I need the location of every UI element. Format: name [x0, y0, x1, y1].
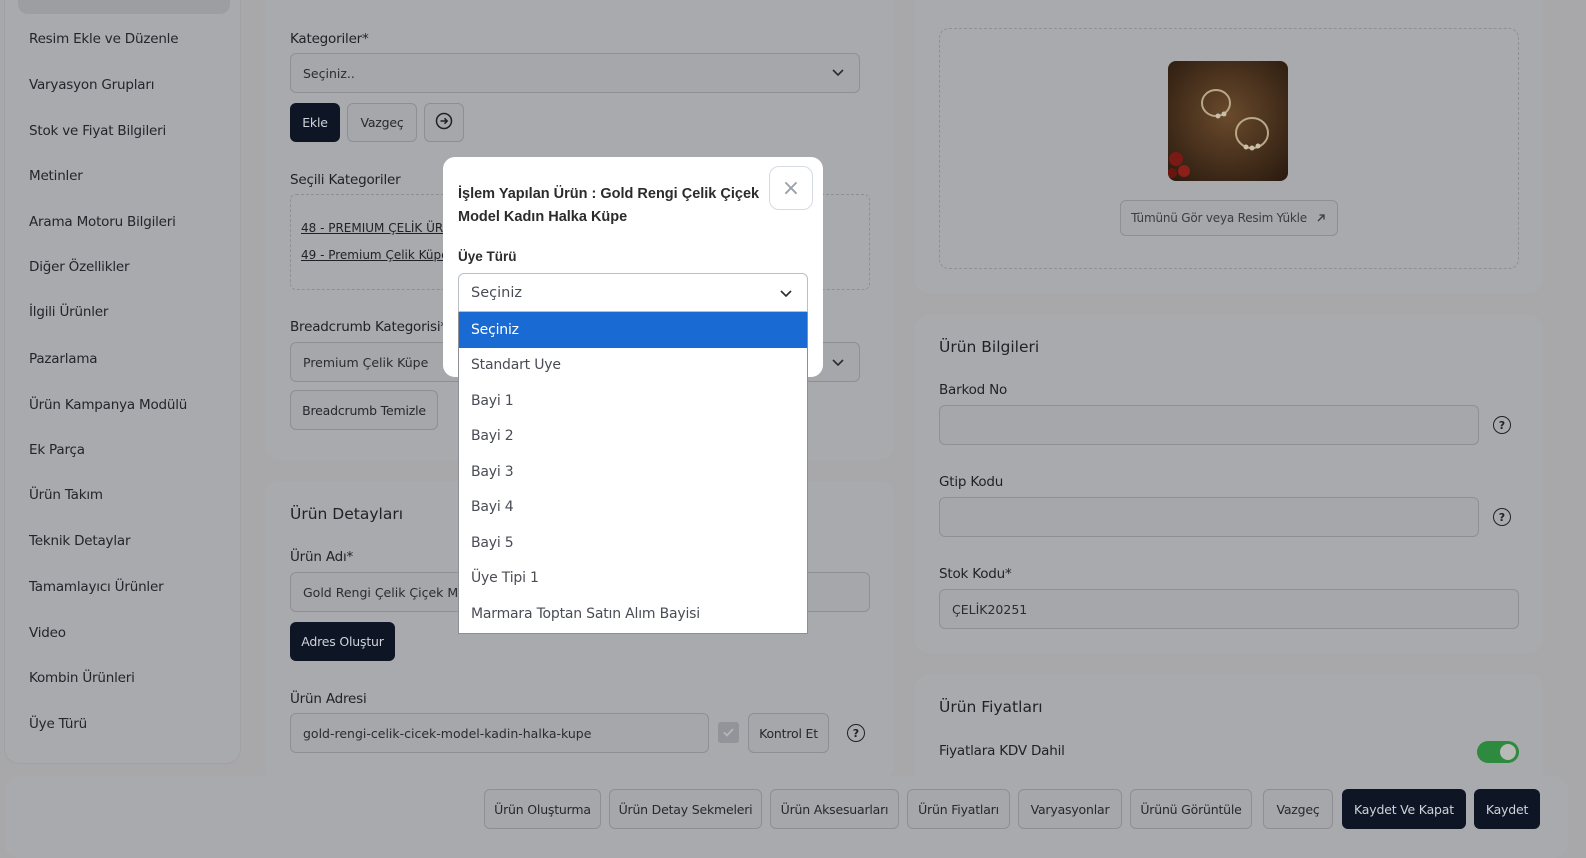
sidebar-item[interactable]: Varyasyon Grupları: [29, 77, 154, 93]
chevron-down-icon: [831, 65, 845, 82]
member-type-option[interactable]: Bayi 1: [459, 383, 807, 419]
member-type-label: Üye Türü: [458, 249, 517, 264]
footer-button[interactable]: Ürün Aksesuarları: [770, 789, 899, 829]
vat-included-label: Fiyatlara KDV Dahil: [939, 743, 1065, 759]
member-type-option[interactable]: Bayi 2: [459, 419, 807, 455]
close-button[interactable]: ×: [769, 166, 813, 210]
chevron-down-icon: [779, 286, 793, 304]
member-type-option[interactable]: Üye Tipi 1: [459, 561, 807, 597]
external-link-icon: [1317, 214, 1325, 222]
product-name-label: Ürün Adı*: [290, 549, 354, 565]
go-button[interactable]: [424, 103, 464, 142]
sidebar-item[interactable]: Teknik Detaylar: [29, 533, 131, 549]
member-type-select[interactable]: Seçiniz: [458, 273, 808, 312]
modal-title: İşlem Yapılan Ürün : Gold Rengi Çelik Çi…: [458, 186, 760, 225]
prices-heading: Ürün Fiyatları: [939, 698, 1043, 716]
sidebar-item[interactable]: Resim Ekle ve Düzenle: [29, 31, 179, 47]
stock-code-label: Stok Kodu*: [939, 566, 1012, 582]
sidebar-item[interactable]: Metinler: [29, 168, 83, 184]
sidebar-item[interactable]: Ek Parça: [29, 442, 85, 458]
footer-button[interactable]: Ürün Detay Sekmeleri: [609, 789, 762, 829]
footer-button[interactable]: Vazgeç: [1263, 789, 1333, 829]
barcode-label: Barkod No: [939, 382, 1008, 398]
product-url-input[interactable]: gold-rengi-celik-cicek-model-kadin-halka…: [290, 713, 709, 753]
footer-button[interactable]: Varyasyonlar: [1018, 789, 1122, 829]
product-info-heading: Ürün Bilgileri: [939, 338, 1040, 356]
sidebar-item[interactable]: İlgili Ürünler: [29, 304, 108, 320]
save-button[interactable]: Kaydet: [1474, 789, 1540, 829]
member-type-dropdown: Seçiniz Standart Uye Bayi 1 Bayi 2 Bayi 3 Bay…: [458, 312, 808, 634]
arrow-right-circle-icon: [435, 112, 453, 133]
create-address-button[interactable]: Adres Oluştur: [290, 622, 395, 661]
details-heading: Ürün Detayları: [290, 505, 403, 523]
sidebar-active-item[interactable]: [18, 0, 230, 14]
help-icon[interactable]: ?: [1493, 416, 1511, 434]
member-type-option[interactable]: Standart Uye: [459, 348, 807, 384]
member-type-option[interactable]: Bayi 5: [459, 525, 807, 561]
gtip-input[interactable]: [939, 497, 1479, 537]
url-checkbox[interactable]: [718, 722, 739, 743]
member-type-option[interactable]: Seçiniz: [459, 312, 807, 348]
help-icon[interactable]: ?: [847, 724, 865, 742]
chevron-down-icon: [831, 355, 845, 372]
vat-included-toggle[interactable]: [1477, 741, 1519, 763]
cancel-category-button[interactable]: Vazgeç: [347, 103, 417, 142]
sidebar-item[interactable]: Diğer Özellikler: [29, 259, 130, 275]
breadcrumb-clear-button[interactable]: Breadcrumb Temizle: [290, 390, 438, 430]
footer-button[interactable]: Ürün Oluşturma: [484, 789, 601, 829]
add-category-button[interactable]: Ekle: [290, 103, 340, 142]
breadcrumb-label: Breadcrumb Kategorisi*: [290, 319, 447, 335]
categories-select[interactable]: Seçiniz..: [290, 53, 860, 93]
member-type-option[interactable]: Bayi 3: [459, 454, 807, 490]
sidebar-item[interactable]: Tamamlayıcı Ürünler: [29, 579, 164, 595]
view-all-images-label: Tümünü Gör veya Resim Yükle: [1131, 211, 1307, 225]
save-and-close-button[interactable]: Kaydet Ve Kapat: [1342, 789, 1466, 829]
sidebar-item[interactable]: Ürün Takım: [29, 487, 103, 503]
member-type-select-value: Seçiniz: [471, 284, 522, 301]
categories-select-value: Seçiniz..: [303, 65, 355, 81]
member-type-option[interactable]: Marmara Toptan Satın Alım Bayisi: [459, 596, 807, 632]
check-icon: [723, 728, 734, 737]
sidebar-item[interactable]: Kombin Ürünleri: [29, 670, 135, 686]
selected-categories-label: Seçili Kategoriler: [290, 172, 401, 188]
barcode-input[interactable]: [939, 405, 1479, 445]
selected-category-link[interactable]: 48 - PREMIUM ÇELİK ÜRÜ: [301, 221, 452, 235]
categories-label: Kategoriler*: [290, 31, 369, 47]
selected-category-link[interactable]: 49 - Premium Çelik Küpe: [301, 248, 449, 262]
product-image[interactable]: [1168, 61, 1288, 181]
sidebar-item[interactable]: Ürün Kampanya Modülü: [29, 397, 187, 413]
member-type-option[interactable]: Bayi 4: [459, 490, 807, 526]
sidebar-item[interactable]: Stok ve Fiyat Bilgileri: [29, 123, 166, 139]
help-icon[interactable]: ?: [1493, 508, 1511, 526]
sidebar: [5, 0, 240, 763]
check-url-button[interactable]: Kontrol Et: [748, 713, 829, 753]
sidebar-item[interactable]: Pazarlama: [29, 351, 98, 367]
footer-button[interactable]: Ürünü Görüntüle: [1130, 789, 1252, 829]
footer-button[interactable]: Ürün Fiyatları: [907, 789, 1010, 829]
view-all-images-button[interactable]: Tümünü Gör veya Resim Yükle: [1120, 200, 1338, 236]
stock-code-input[interactable]: ÇELİK20251: [939, 589, 1519, 629]
gtip-label: Gtip Kodu: [939, 474, 1004, 490]
sidebar-item[interactable]: Video: [29, 625, 66, 641]
breadcrumb-select-value: Premium Çelik Küpe: [303, 354, 429, 370]
sidebar-item[interactable]: Üye Türü: [29, 716, 87, 732]
product-url-label: Ürün Adresi: [290, 691, 367, 707]
sidebar-item[interactable]: Arama Motoru Bilgileri: [29, 214, 176, 230]
close-icon: ×: [781, 175, 801, 201]
